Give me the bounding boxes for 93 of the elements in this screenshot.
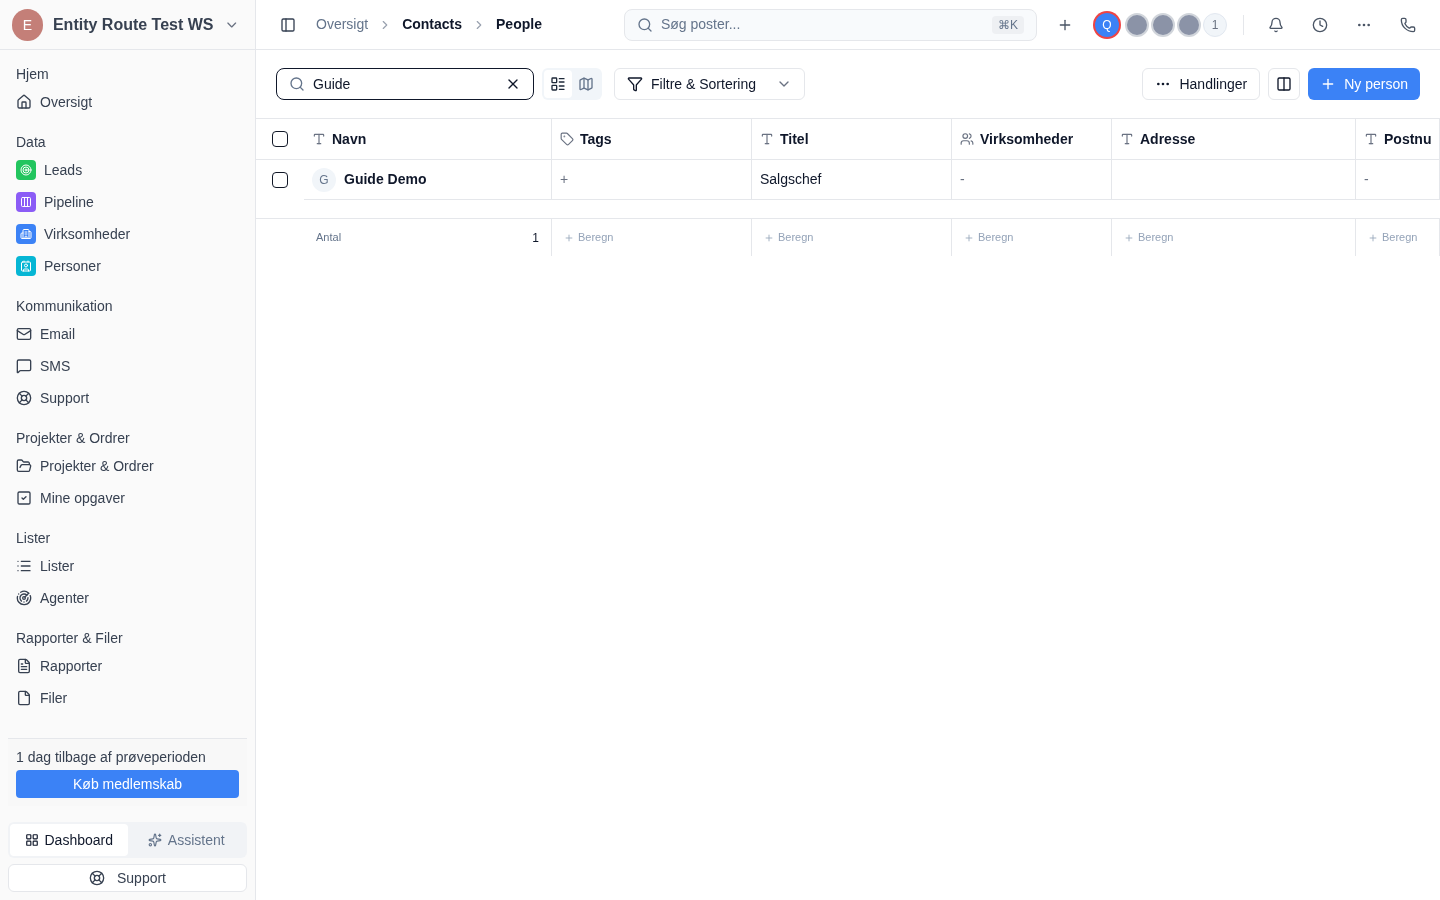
global-search-field[interactable]: Søg poster... ⌘K — [623, 8, 1037, 41]
actions-button[interactable]: Handlinger — [1142, 68, 1261, 100]
workspace-name[interactable]: Entity Route Test WS — [52, 12, 214, 37]
row-checkbox[interactable] — [272, 172, 288, 188]
user-avatar[interactable]: Q — [1095, 12, 1119, 37]
sparkles-icon — [147, 833, 162, 847]
phone-icon[interactable] — [1400, 16, 1416, 33]
lifebuoy-icon — [88, 870, 105, 886]
sidebar-item[interactable]: Lister — [8, 550, 247, 582]
mail-icon — [16, 326, 32, 342]
column-header[interactable]: Navn — [332, 128, 367, 150]
checkbox-icon — [16, 490, 32, 506]
sidebar-item[interactable]: Pipeline — [8, 186, 247, 218]
sidebar-toggle-icon[interactable] — [280, 16, 296, 33]
count-label: Antal — [316, 230, 342, 246]
plus-icon — [964, 232, 974, 243]
filter-sort-button[interactable]: Filtre & Sortering — [614, 68, 806, 100]
document-icon — [16, 658, 32, 674]
text-type-icon — [760, 132, 774, 146]
sidebar-item[interactable]: Mine opgaver — [8, 482, 247, 514]
users-icon — [960, 132, 974, 146]
workspace-avatar: E — [12, 8, 43, 41]
section-heading: Hjem — [15, 64, 50, 84]
radar-icon — [16, 590, 32, 606]
column-header[interactable]: Postnu — [1384, 128, 1432, 150]
lifebuoy-icon — [16, 390, 32, 406]
table-cell-text: - — [1364, 170, 1369, 189]
sidebar-item[interactable]: Filer — [8, 682, 247, 714]
select-all-checkbox[interactable] — [272, 131, 288, 147]
trial-notice: 1 dag tilbage af prøveperioden — [16, 748, 207, 767]
bell-icon[interactable] — [1268, 16, 1284, 33]
sidebar-item[interactable]: Support — [8, 382, 247, 414]
folder-icon — [16, 458, 32, 474]
breadcrumb-link[interactable]: People — [496, 14, 542, 35]
plus-icon — [564, 232, 574, 243]
sidebar-item[interactable]: Personer — [8, 250, 247, 282]
user-avatar[interactable] — [1151, 12, 1175, 37]
table-cell-text: + — [560, 170, 569, 189]
map-icon — [578, 76, 594, 92]
columns-icon — [1276, 76, 1293, 92]
table-cell-text: Salgschef — [760, 170, 822, 189]
breadcrumb-link[interactable]: Contacts — [402, 14, 463, 35]
sidebar-item[interactable]: Virksomheder — [8, 218, 247, 250]
sidebar-item[interactable]: SMS — [8, 350, 247, 382]
text-type-icon — [1364, 132, 1378, 146]
search-icon — [289, 76, 305, 92]
list-icon — [550, 76, 566, 92]
column-header[interactable]: Titel — [780, 128, 809, 150]
user-avatar[interactable]: 1 — [1203, 12, 1227, 37]
search-icon — [636, 16, 653, 33]
plus-icon — [1368, 232, 1378, 243]
person-avatar: G — [312, 167, 336, 192]
table-cell-text: - — [960, 170, 965, 189]
table-search-field[interactable]: Guide — [276, 68, 534, 100]
section-heading: Kommunikation — [15, 296, 114, 316]
tag-icon — [560, 132, 574, 146]
breadcrumb-link[interactable]: Oversigt — [316, 14, 369, 35]
column-header[interactable]: Virksomheder — [980, 128, 1074, 150]
chat-bubble-icon — [16, 358, 32, 374]
section-heading: Projekter & Ordrer — [15, 428, 131, 448]
sidebar-item[interactable]: Projekter & Ordrer — [8, 450, 247, 482]
sidebar-item[interactable]: Email — [8, 318, 247, 350]
support-button[interactable]: Support — [8, 864, 247, 892]
grid-icon — [24, 833, 39, 847]
section-heading: Lister — [15, 528, 52, 548]
column-header[interactable]: Tags — [580, 128, 612, 150]
buy-membership-button[interactable]: Køb medlemskab — [16, 770, 239, 798]
column-header[interactable]: Adresse — [1140, 128, 1196, 150]
sidebar-item[interactable]: Leads — [8, 154, 247, 186]
sidebar-item[interactable]: Rapporter — [8, 650, 247, 682]
file-icon — [16, 690, 32, 706]
columns-toggle-button[interactable] — [1268, 68, 1301, 100]
new-person-button[interactable]: Ny person — [1308, 68, 1420, 100]
list-view-button[interactable] — [544, 70, 572, 98]
text-type-icon — [1120, 132, 1134, 146]
text-type-icon — [312, 132, 326, 146]
list-icon — [16, 558, 32, 574]
section-heading: Data — [15, 132, 47, 152]
shortcut-key: ⌘K — [991, 15, 1024, 34]
plus-icon — [764, 232, 774, 243]
sidebar-item[interactable]: Oversigt — [8, 86, 247, 118]
plus-icon — [1124, 232, 1134, 243]
user-avatar[interactable] — [1177, 12, 1201, 37]
sidebar-item[interactable]: Agenter — [8, 582, 247, 614]
user-avatar[interactable] — [1125, 12, 1149, 37]
filter-icon — [627, 76, 643, 92]
count-value: 1 — [532, 229, 539, 247]
sidebar-tab[interactable]: Dashboard — [10, 824, 128, 856]
clock-icon[interactable] — [1312, 16, 1328, 33]
section-heading: Rapporter & Filer — [15, 628, 124, 648]
home-icon — [16, 94, 32, 110]
sidebar-tab[interactable]: Assistent — [127, 824, 245, 856]
table-cell-text: Guide Demo — [344, 170, 427, 189]
